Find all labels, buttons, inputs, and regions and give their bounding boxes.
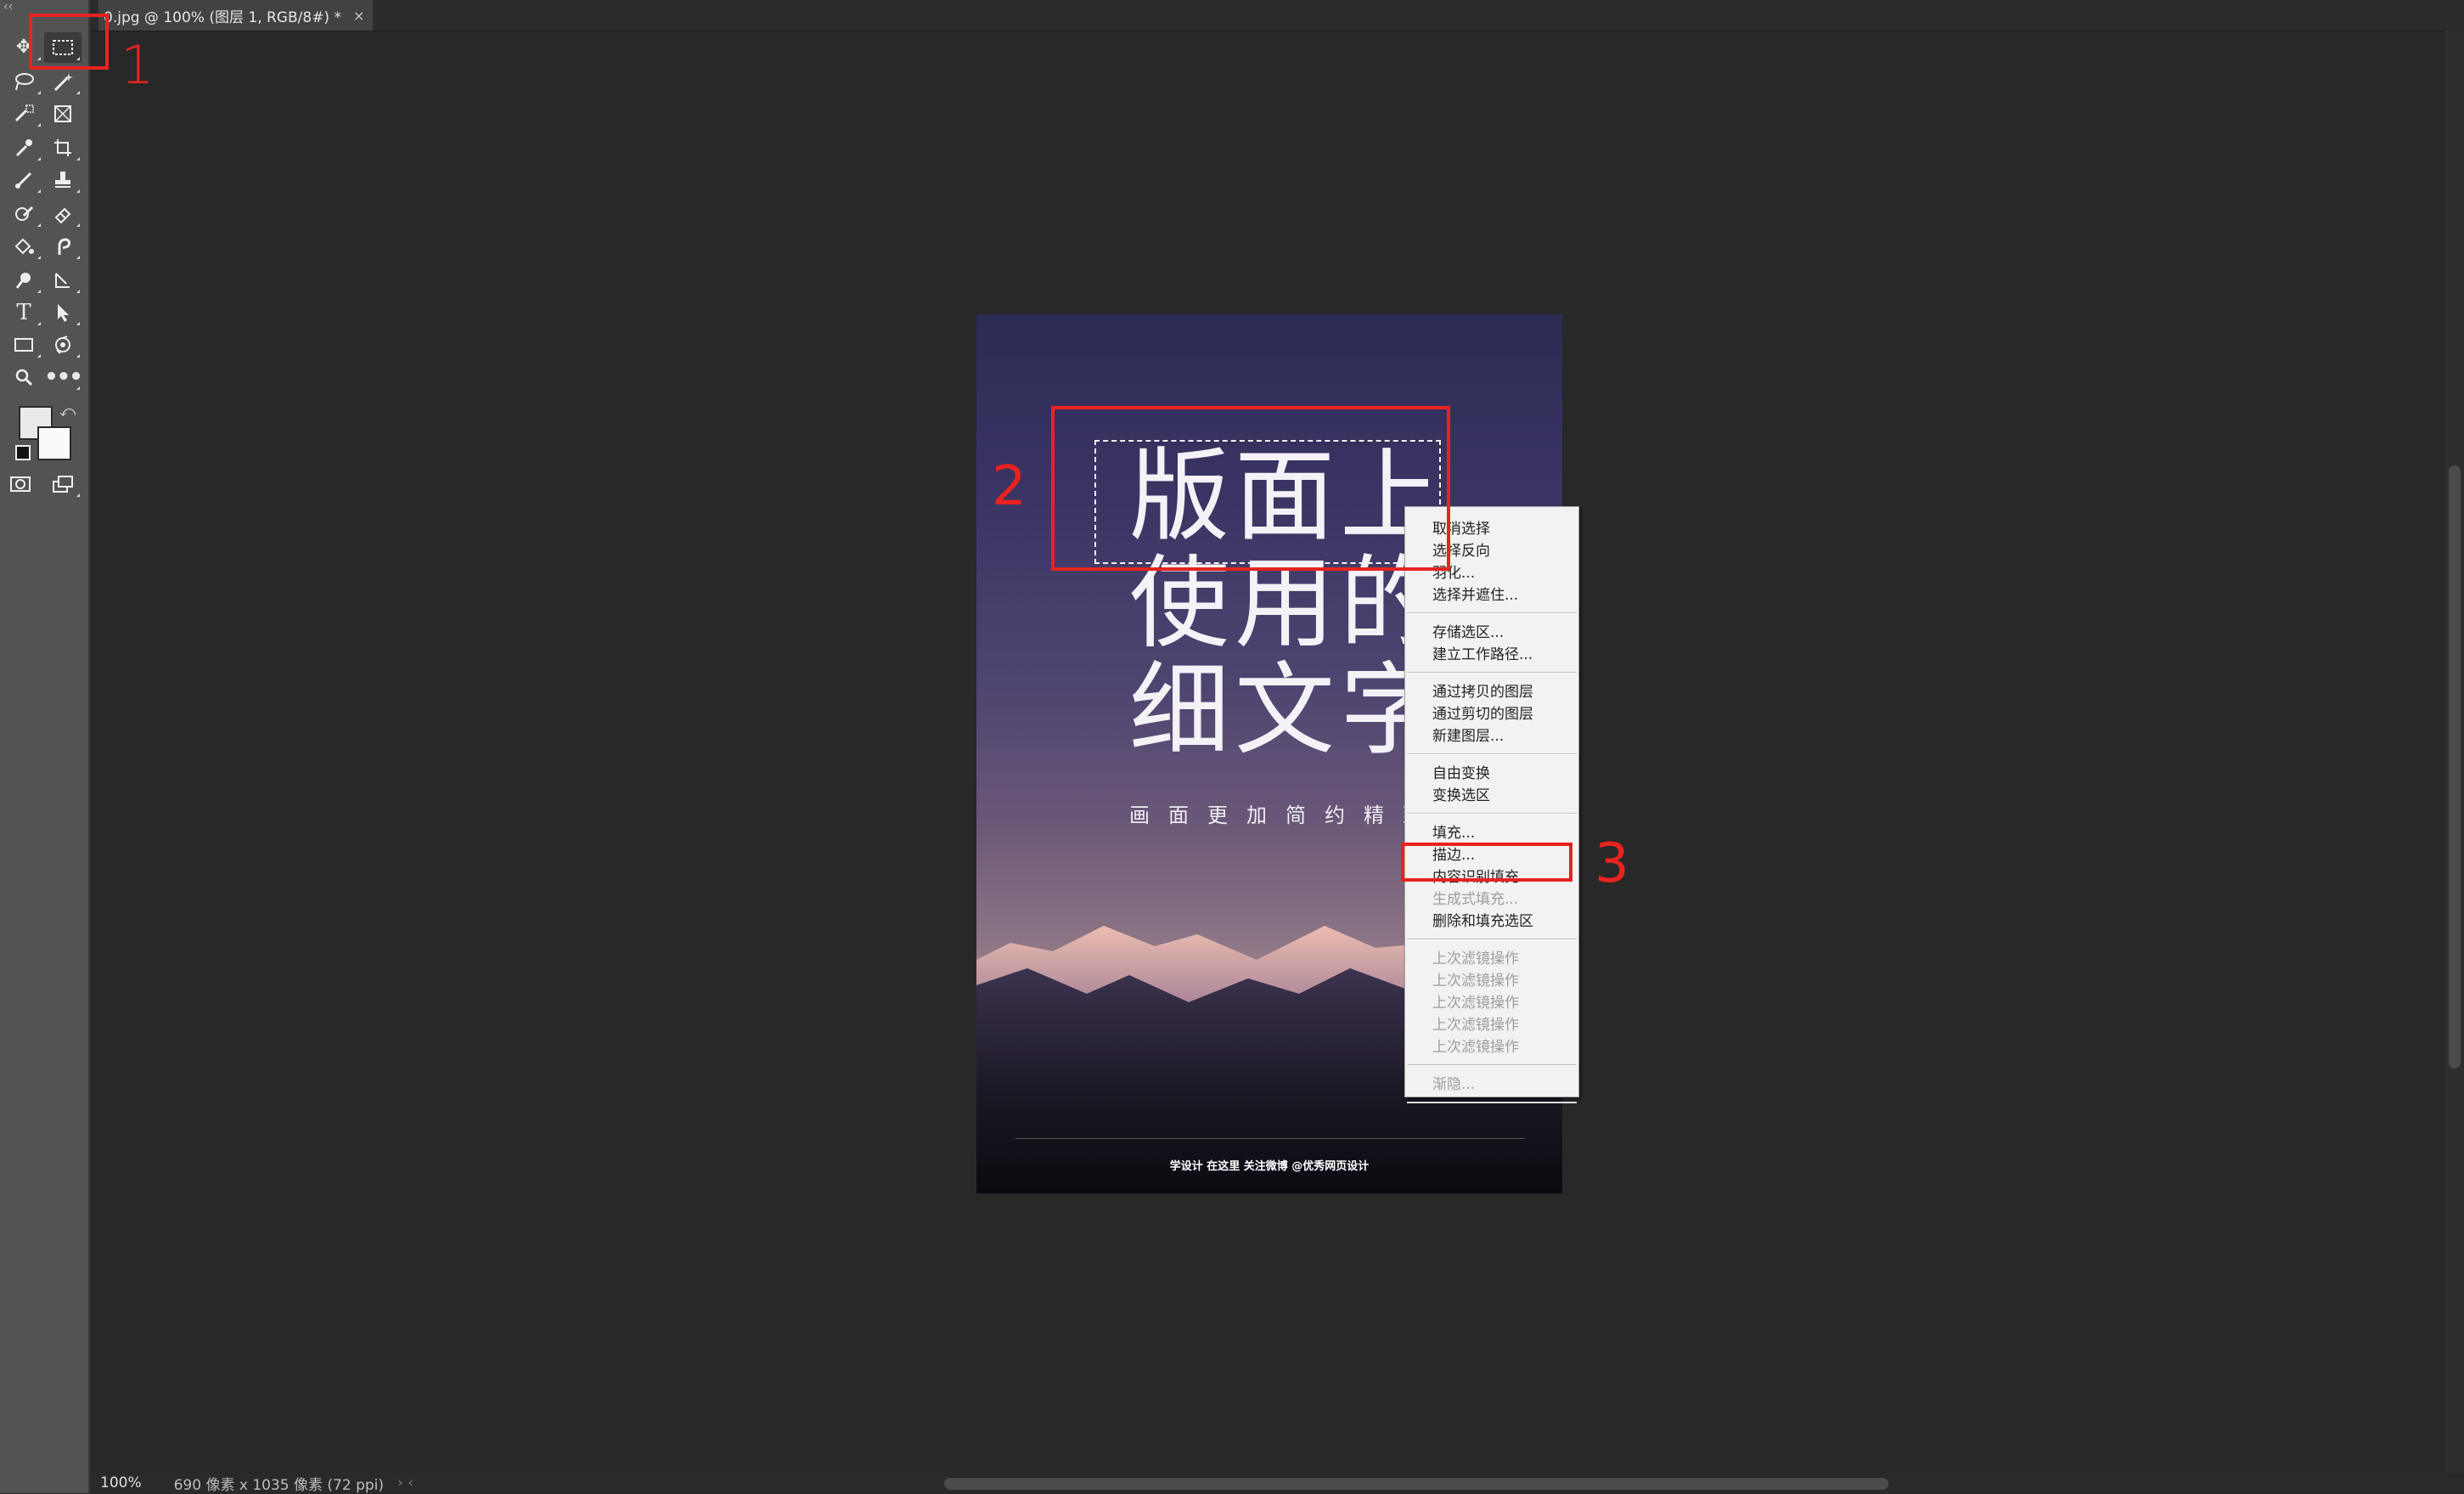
context-menu-item[interactable]: 生成式填充... bbox=[1432, 889, 1518, 910]
context-menu-separator bbox=[1407, 753, 1577, 755]
zoom-level[interactable]: 100% bbox=[100, 1474, 142, 1491]
context-menu-item[interactable]: 通过剪切的图层 bbox=[1432, 704, 1533, 724]
annotation-number-3: 3 bbox=[1595, 832, 1629, 895]
rotate-view-tool-icon[interactable] bbox=[44, 330, 82, 360]
document-tab-title: 0.jpg @ 100% (图层 1, RGB/8#) * bbox=[104, 8, 341, 26]
close-tab-icon[interactable]: × bbox=[353, 8, 364, 24]
context-menu-item[interactable]: 删除和填充选区 bbox=[1432, 911, 1533, 932]
status-arrows[interactable]: › ‹ bbox=[397, 1474, 413, 1491]
brush-tool-icon[interactable] bbox=[5, 165, 42, 195]
quick-mask-icon[interactable] bbox=[2, 469, 39, 499]
annotation-box-selection bbox=[1051, 406, 1450, 571]
context-menu-item[interactable]: 上次滤镜操作 bbox=[1432, 993, 1519, 1013]
document-tab[interactable]: 0.jpg @ 100% (图层 1, RGB/8#) * × bbox=[98, 0, 374, 31]
context-menu-item[interactable]: 填充... bbox=[1432, 823, 1475, 843]
context-menu-item[interactable]: 渐隐... bbox=[1432, 1074, 1475, 1095]
dodge-tool-icon[interactable] bbox=[5, 265, 42, 296]
eraser-tool-icon[interactable] bbox=[44, 199, 82, 229]
zoom-tool-icon[interactable] bbox=[5, 362, 42, 392]
path-selection-tool-icon[interactable] bbox=[44, 297, 82, 328]
context-menu-separator bbox=[1407, 1064, 1577, 1066]
clone-stamp-tool-icon[interactable] bbox=[44, 165, 82, 195]
pen-tool-icon[interactable] bbox=[44, 265, 82, 296]
horizontal-scroll-thumb[interactable] bbox=[944, 1478, 1888, 1490]
context-menu-item[interactable]: 存储选区... bbox=[1432, 623, 1504, 643]
lasso-tool-icon[interactable] bbox=[5, 66, 42, 97]
document-info[interactable]: 690 像素 x 1035 像素 (72 ppi) bbox=[174, 1473, 384, 1494]
context-menu: 取消选择 选择反向 羽化... 选择并遮住... 存储选区... 建立工作路径... 通过拷… bbox=[1404, 506, 1579, 1103]
type-tool-icon[interactable]: T bbox=[5, 297, 42, 328]
vertical-scroll-thumb[interactable] bbox=[2449, 465, 2461, 1068]
poster-divider bbox=[1015, 1138, 1525, 1139]
annotation-box-content-aware-fill bbox=[1401, 843, 1572, 882]
background-color-swatch[interactable] bbox=[37, 426, 71, 460]
poster-footer: 学设计 在这里 关注微博 @优秀网页设计 bbox=[1169, 1160, 1370, 1173]
crop-tool-icon[interactable] bbox=[44, 132, 82, 163]
context-menu-separator bbox=[1407, 672, 1577, 674]
vertical-scrollbar[interactable] bbox=[2445, 31, 2464, 1480]
annotation-number-1: 1 bbox=[121, 34, 155, 96]
context-menu-item[interactable]: 上次滤镜操作 bbox=[1432, 1037, 1519, 1057]
frame-tool-icon[interactable] bbox=[44, 99, 82, 129]
context-menu-item[interactable]: 建立工作路径... bbox=[1432, 645, 1533, 665]
rectangle-tool-icon[interactable] bbox=[5, 330, 42, 360]
paint-bucket-tool-icon[interactable] bbox=[5, 231, 42, 262]
context-menu-item[interactable]: 选择并遮住... bbox=[1432, 585, 1518, 606]
context-menu-item[interactable]: 变换选区 bbox=[1432, 786, 1490, 806]
document-tab-bar bbox=[90, 0, 2464, 31]
context-menu-item[interactable]: 新建图层... bbox=[1432, 726, 1504, 747]
context-menu-separator bbox=[1407, 1102, 1577, 1103]
annotation-number-2: 2 bbox=[992, 455, 1027, 518]
panel-collapse-icon[interactable]: ‹‹ bbox=[3, 0, 13, 14]
context-menu-separator bbox=[1407, 612, 1577, 614]
more-tools-icon[interactable]: ••• bbox=[44, 362, 83, 392]
context-menu-item[interactable]: 通过拷贝的图层 bbox=[1432, 682, 1533, 702]
context-menu-separator bbox=[1407, 813, 1577, 815]
magic-wand-tool-icon[interactable] bbox=[44, 66, 82, 97]
context-menu-item[interactable]: 自由变换 bbox=[1432, 764, 1490, 784]
screen-mode-icon[interactable] bbox=[44, 469, 82, 499]
context-menu-item[interactable]: 上次滤镜操作 bbox=[1432, 949, 1519, 969]
context-menu-item[interactable]: 上次滤镜操作 bbox=[1432, 971, 1519, 991]
poster-subtitle: 画面更加简约精致 bbox=[1129, 803, 1442, 827]
default-colors-icon[interactable] bbox=[15, 445, 31, 460]
context-menu-separator bbox=[1407, 939, 1577, 940]
context-menu-item[interactable]: 上次滤镜操作 bbox=[1432, 1015, 1519, 1035]
swap-colors-icon[interactable]: ⤺ bbox=[59, 403, 76, 420]
object-selection-tool-icon[interactable] bbox=[5, 99, 42, 129]
annotation-box-marquee-tool bbox=[29, 14, 109, 70]
tools-panel: ‹‹ ✥ T ••• ⤺ bbox=[0, 0, 90, 1493]
history-brush-tool-icon[interactable] bbox=[5, 199, 42, 229]
smudge-tool-icon[interactable] bbox=[44, 231, 82, 262]
eyedropper-tool-icon[interactable] bbox=[5, 132, 42, 163]
